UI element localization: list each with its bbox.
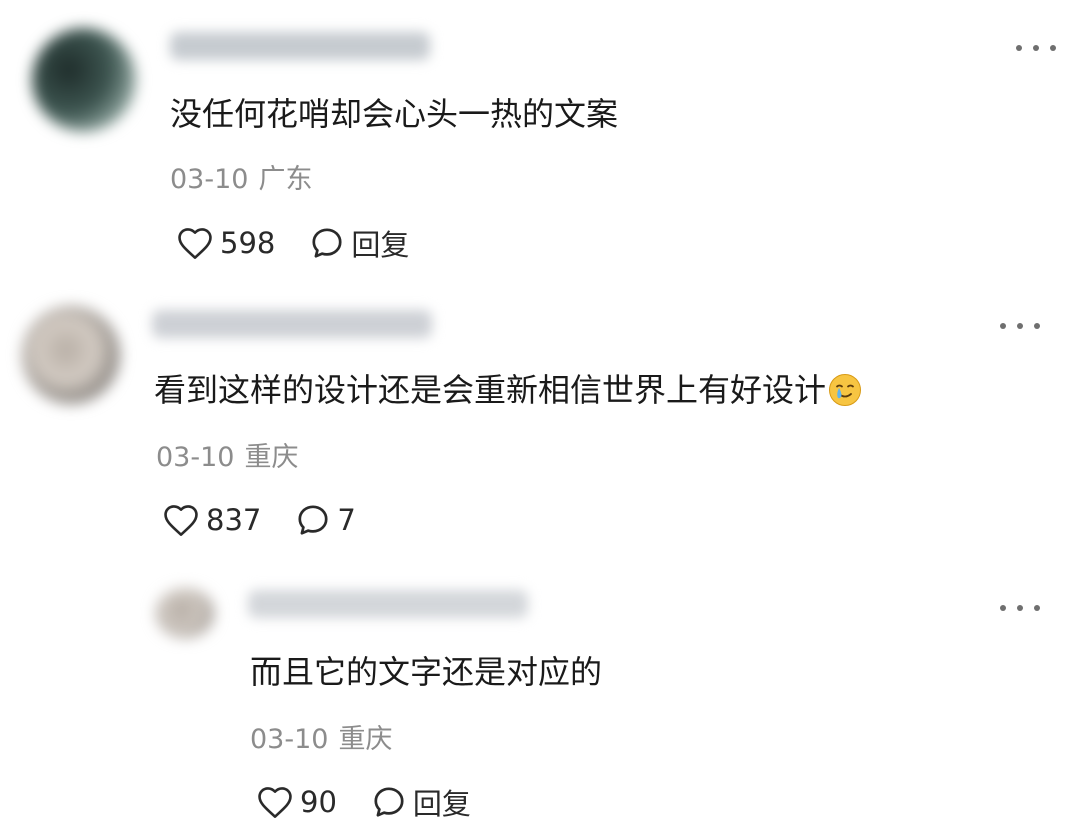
like-button[interactable]: 598 <box>176 226 275 260</box>
reply-label: 回复 <box>412 787 471 821</box>
comment-location: 重庆 <box>244 442 299 473</box>
more-dots-icon <box>1000 605 1006 611</box>
comment-actions: 90 回复 <box>256 782 471 822</box>
reply-count: 7 <box>337 503 356 537</box>
avatar[interactable] <box>32 28 136 132</box>
reply-button[interactable]: 回复 <box>309 222 409 264</box>
avatar[interactable] <box>22 306 120 404</box>
comment-location: 广东 <box>258 164 313 195</box>
comment-meta: 03-10 重庆 <box>156 440 298 476</box>
speech-bubble-icon <box>312 228 342 258</box>
reply-label: 回复 <box>351 228 410 262</box>
speech-bubble-icon <box>298 505 328 535</box>
like-count: 90 <box>300 785 337 819</box>
username[interactable] <box>152 310 432 338</box>
like-count: 598 <box>220 226 276 260</box>
comment-text: 而且它的文字还是对应的 <box>250 653 603 691</box>
crying-smile-emoji <box>829 374 862 406</box>
avatar[interactable] <box>156 588 214 638</box>
comment-meta: 03-10 重庆 <box>250 722 392 758</box>
username[interactable] <box>248 590 528 618</box>
like-button[interactable]: 837 <box>162 503 261 537</box>
comment-date: 03-10 <box>170 164 249 195</box>
more-options-button[interactable] <box>1016 38 1056 58</box>
comment-location: 重庆 <box>338 724 393 755</box>
heart-outline-icon <box>178 228 212 259</box>
reply-button[interactable]: 回复 <box>371 781 471 823</box>
like-count: 837 <box>206 503 262 537</box>
heart-outline-icon <box>164 505 198 536</box>
like-button[interactable]: 90 <box>256 785 337 819</box>
comment-text-content: 看到这样的设计还是会重新相信世界上有好设计 <box>154 371 827 409</box>
more-options-button[interactable] <box>1000 598 1040 618</box>
comment-actions: 837 7 <box>162 500 356 540</box>
comment-meta: 03-10 广东 <box>170 162 312 198</box>
comment-text: 没任何花哨却会心头一热的文案 <box>170 95 619 133</box>
reply-button[interactable]: 7 <box>295 502 356 538</box>
comment-thread: 没任何花哨却会心头一热的文案 03-10 广东 598 回复 看到这样的设计还是… <box>0 0 1080 824</box>
comment-date: 03-10 <box>156 442 235 473</box>
more-options-button[interactable] <box>1000 316 1040 336</box>
comment-date: 03-10 <box>250 724 329 755</box>
heart-outline-icon <box>258 787 292 818</box>
comment-text: 看到这样的设计还是会重新相信世界上有好设计 <box>154 368 862 412</box>
speech-bubble-icon <box>374 787 404 817</box>
username[interactable] <box>170 32 430 60</box>
comment-actions: 598 回复 <box>176 223 409 263</box>
more-dots-icon <box>1016 45 1022 51</box>
more-dots-icon <box>1000 323 1006 329</box>
